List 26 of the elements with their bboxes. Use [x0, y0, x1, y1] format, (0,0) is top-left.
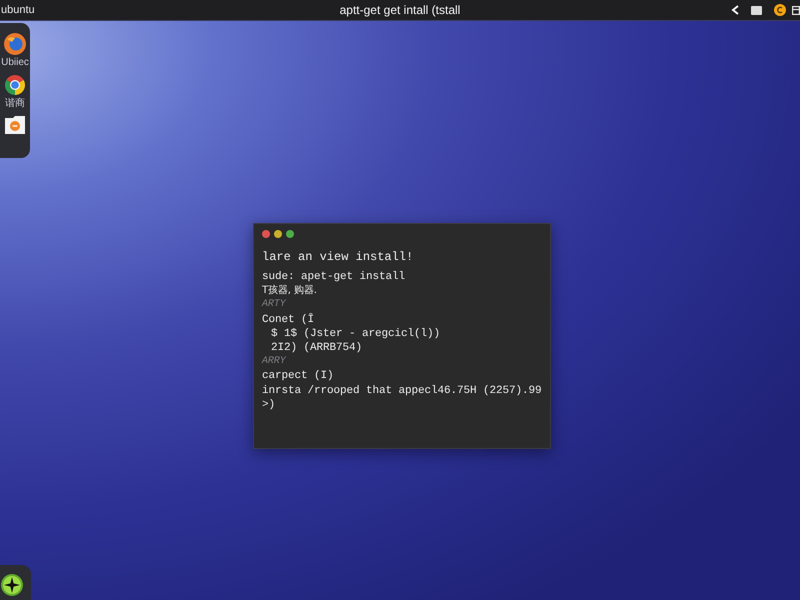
minimize-icon[interactable] [274, 230, 282, 238]
terminal-line: inrsta /rrooped that appecl46.75H (2257).99 [262, 384, 542, 398]
tray-icon[interactable] [792, 5, 800, 15]
segmented-circle-icon[interactable] [4, 74, 26, 96]
brand-label: ubuntu [0, 4, 35, 16]
terminal-line: >) [262, 398, 276, 412]
terminal-line: T孩器, 购器. [262, 284, 317, 298]
terminal-line: carpect (I) [262, 369, 334, 384]
chevron-left-icon[interactable] [731, 5, 739, 15]
star-circle-icon[interactable] [1, 574, 23, 596]
document-icon[interactable] [4, 115, 26, 135]
terminal-line: 2I2) (ARRB754) [271, 341, 362, 356]
terminal-line: Conet (Ī [262, 312, 314, 327]
close-icon[interactable] [262, 230, 270, 238]
terminal-line: sude: apet-get install [262, 270, 406, 284]
terminal-line: $ 1$ (Jster - aregcicl(l)) [271, 326, 440, 342]
status-circle-icon[interactable] [774, 4, 786, 16]
globe-icon[interactable] [4, 33, 26, 55]
terminal-comment: ARRY [262, 355, 286, 370]
launcher-label[interactable]: 谐商 [5, 98, 25, 109]
launcher-label[interactable]: Ubiiec [1, 57, 29, 68]
window-icon[interactable] [751, 6, 762, 14]
terminal-heading: lare an view install! [262, 249, 414, 265]
window-title: aptt-get get intall (tstall [340, 3, 460, 17]
terminal-comment: ARTY [262, 298, 286, 312]
maximize-icon[interactable] [286, 230, 294, 238]
